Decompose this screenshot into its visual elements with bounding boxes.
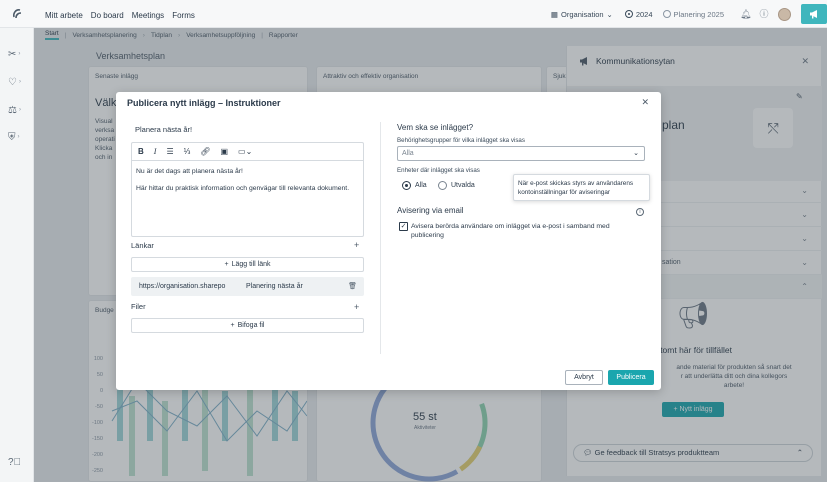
add-link-button[interactable]: + Lägg till länk <box>131 257 364 272</box>
checkbox-checked-icon: ✓ <box>399 222 408 231</box>
add-file-plus-icon[interactable]: + <box>354 302 359 312</box>
info-icon[interactable]: ⓘ <box>759 9 769 19</box>
image-icon[interactable]: ▣ <box>220 147 228 156</box>
dialog-title: Publicera nytt inlägg – Instruktioner <box>127 98 281 108</box>
close-icon[interactable]: ✕ <box>641 97 649 108</box>
rich-text-editor: B I ☰ ⅓ 🔗︎ ▣ ▭⌄ Nu är det dags att plane… <box>131 142 364 237</box>
plus-icon: + <box>224 261 229 268</box>
add-link-label: Lägg till länk <box>231 261 271 268</box>
post-title-field[interactable]: Planera nästa år! <box>135 125 192 134</box>
groups-label: Behörighetsgrupper för vilka inlägget sk… <box>397 137 525 144</box>
editor-toolbar: B I ☰ ⅓ 🔗︎ ▣ ▭⌄ <box>132 143 363 161</box>
chevron-right-icon: › <box>18 51 21 57</box>
shield-icon: ⛨ <box>8 131 16 143</box>
plan-label: Planering 2025 <box>673 9 724 19</box>
link-icon[interactable]: 🔗︎ <box>200 147 210 156</box>
media-icon[interactable]: ▭⌄ <box>238 147 252 156</box>
links-label: Länkar <box>131 241 154 250</box>
avatar[interactable] <box>778 7 791 21</box>
top-right-controls: ▦ Organisation ⌄ 2024 Planering 2025 🔔︎ … <box>551 0 827 28</box>
building-icon: ▦ <box>550 9 559 19</box>
radio-selected-units[interactable]: Utvalda <box>438 181 475 190</box>
stratsys-logo-icon[interactable] <box>11 7 25 21</box>
editor-content[interactable]: Nu är det dags att planera nästa år! Här… <box>132 161 363 207</box>
rail-item-strategy[interactable]: ✂︎ › <box>8 46 28 62</box>
year-option[interactable]: 2024 <box>624 9 653 19</box>
main-nav: Mitt arbete Do board Meetings Forms <box>45 11 195 20</box>
editor-paragraph: Nu är det dags att planera nästa år! <box>136 168 243 175</box>
organisation-selector[interactable]: ▦ Organisation ⌄ <box>551 10 613 19</box>
visibility-heading: Vem ska se inlägget? <box>397 123 474 132</box>
left-rail: ✂︎ › ♡ › ⚖︎ › ⛨ › ?⃝ <box>0 28 34 482</box>
heart-icon: ♡ <box>8 76 17 88</box>
scales-icon: ⚖︎ <box>8 104 17 116</box>
megaphone-button[interactable] <box>801 4 827 24</box>
groups-select[interactable]: Alla ⌄ <box>397 146 645 161</box>
chevron-down-icon: ⌄ <box>606 9 613 19</box>
nav-forms[interactable]: Forms <box>172 11 195 20</box>
radio-select-label: Utvalda <box>451 182 475 189</box>
files-label: Filer <box>131 302 146 311</box>
email-checkbox-label: Avisera berörda användare om inlägget vi… <box>411 223 610 239</box>
email-tooltip: När e-post skickas styrs av användarens … <box>513 174 650 201</box>
editor-paragraph: Här hittar du praktisk information och g… <box>136 185 350 192</box>
chevron-down-icon: ⌄ <box>633 150 639 157</box>
chevron-right-icon: › <box>18 79 21 85</box>
nav-meetings[interactable]: Meetings <box>132 11 164 20</box>
bold-icon[interactable]: B <box>138 147 144 156</box>
bell-icon[interactable]: 🔔︎ <box>740 9 751 19</box>
radio-empty-icon <box>438 181 447 190</box>
divider <box>380 122 381 354</box>
italic-icon[interactable]: I <box>154 147 157 156</box>
help-icon: ?⃝ <box>8 456 22 468</box>
attach-file-label: Bifoga fil <box>237 322 265 329</box>
radio-selected-icon <box>624 10 633 18</box>
radio-all[interactable]: Alla <box>402 181 427 190</box>
chevron-right-icon: › <box>17 134 20 140</box>
numbered-list-icon[interactable]: ⅓ <box>184 147 191 156</box>
rail-item-help[interactable]: ?⃝ <box>8 454 28 470</box>
rail-item-heart[interactable]: ♡ › <box>8 74 28 90</box>
link-name: Planering nästa år <box>246 283 303 290</box>
year-label: 2024 <box>635 9 653 19</box>
publish-post-dialog: Publicera nytt inlägg – Instruktioner ✕ … <box>116 92 661 390</box>
add-link-plus-icon[interactable]: + <box>354 240 359 250</box>
radio-selected-icon <box>402 181 411 190</box>
units-label: Enheter där inlägget ska visas <box>397 167 480 174</box>
attach-file-button[interactable]: + Bifoga fil <box>131 318 364 333</box>
radio-empty-icon <box>662 10 671 18</box>
groups-value: Alla <box>402 150 414 157</box>
radio-all-label: Alla <box>415 182 427 189</box>
bullet-list-icon[interactable]: ☰ <box>166 147 173 156</box>
plan-option[interactable]: Planering 2025 <box>662 9 724 19</box>
nav-mitt-arbete[interactable]: Mitt arbete <box>45 11 83 20</box>
rail-item-scales[interactable]: ⚖︎ › <box>8 102 28 118</box>
trash-icon[interactable]: 🗑︎ <box>348 282 357 290</box>
cancel-button[interactable]: Avbryt <box>565 370 603 385</box>
organisation-label: Organisation <box>561 9 604 19</box>
rail-item-shield[interactable]: ⛨ › <box>8 129 28 145</box>
link-row: https://organisation.sharepo Planering n… <box>131 277 364 296</box>
top-bar: Mitt arbete Do board Meetings Forms ▦ Or… <box>0 0 827 28</box>
chevron-right-icon: › <box>18 107 21 113</box>
email-heading: Avisering via email <box>397 206 464 215</box>
nav-do-board[interactable]: Do board <box>91 11 124 20</box>
strategy-icon: ✂︎ <box>8 48 17 60</box>
publish-button[interactable]: Publicera <box>608 370 654 385</box>
info-icon[interactable]: i <box>636 208 644 216</box>
megaphone-icon <box>809 10 817 19</box>
link-url: https://organisation.sharepo <box>139 283 226 290</box>
plus-icon: + <box>230 322 235 329</box>
